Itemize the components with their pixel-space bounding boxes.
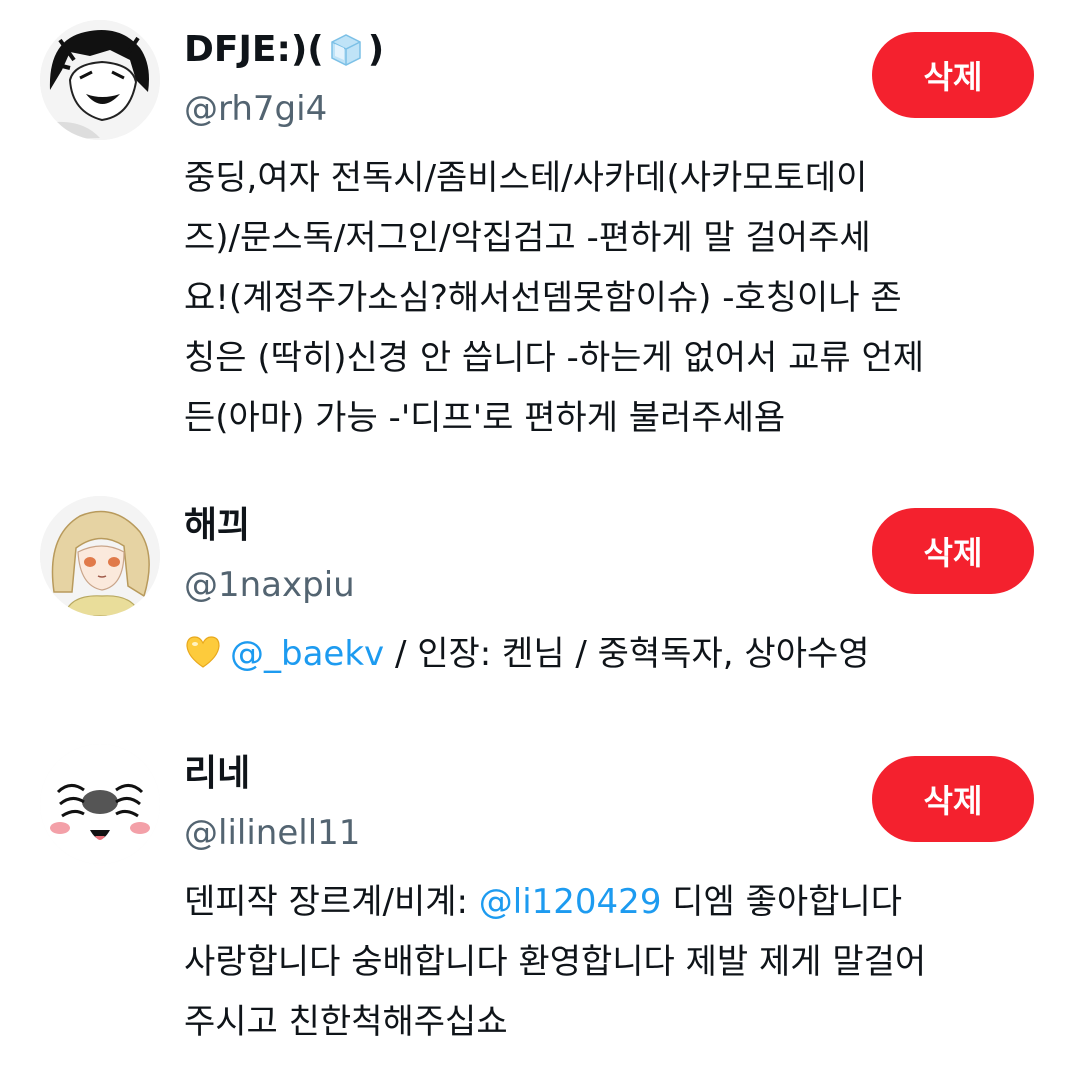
mention-link[interactable]: @li120429 bbox=[479, 882, 662, 922]
delete-button[interactable]: 삭제 bbox=[872, 756, 1034, 842]
user-handle: @1naxpiu bbox=[184, 565, 355, 605]
user-bio: 덴피작 장르계/비계: @li120429 디엠 좋아합니다 사랑합니다 숭배합… bbox=[184, 882, 927, 1042]
user-bio: @_baekv / 인장: 켄님 / 중혁독자, 상아수영 bbox=[184, 624, 1034, 684]
avatar-image bbox=[40, 20, 160, 140]
user-bio: 중딩,여자 전독시/좀비스테/사카데(사카모토데이 즈)/문스독/저그인/악집검… bbox=[184, 158, 925, 438]
yellow-heart-icon bbox=[184, 633, 222, 671]
mention-link[interactable]: @_baekv bbox=[230, 634, 384, 674]
ice-cube-icon bbox=[326, 30, 366, 70]
user-row-haekki[interactable]: 해끠 @1naxpiu 삭제 @_baekv / 인장: 켄님 / 중혁독자, … bbox=[0, 496, 1080, 696]
avatar[interactable] bbox=[40, 496, 160, 616]
user-handle: @rh7gi4 bbox=[184, 89, 328, 129]
user-row-rine[interactable]: 리네 @lilinell11 삭제 덴피작 장르계/비계: @li120429 … bbox=[0, 744, 1080, 1064]
user-row-dfje[interactable]: DFJE:)( ) @rh7gi4 삭제 중딩,여자 전독시/좀비스테/사카데(… bbox=[0, 20, 1080, 440]
avatar-image bbox=[40, 744, 160, 864]
display-name: 리네 bbox=[184, 753, 251, 794]
avatar[interactable] bbox=[40, 744, 160, 864]
avatar-image bbox=[40, 496, 160, 616]
delete-button[interactable]: 삭제 bbox=[872, 508, 1034, 594]
display-name: DFJE:)( ) bbox=[184, 29, 385, 70]
delete-button[interactable]: 삭제 bbox=[872, 32, 1034, 118]
user-handle: @lilinell11 bbox=[184, 813, 361, 853]
display-name: 해끠 bbox=[184, 505, 251, 546]
follower-list: DFJE:)( ) @rh7gi4 삭제 중딩,여자 전독시/좀비스테/사카데(… bbox=[0, 0, 1080, 1080]
avatar[interactable] bbox=[40, 20, 160, 140]
